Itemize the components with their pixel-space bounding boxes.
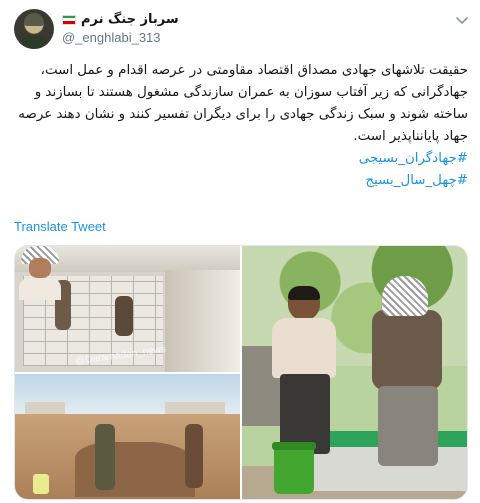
pillar — [165, 270, 240, 372]
elderly-man-figure — [15, 246, 65, 300]
hashtag-link[interactable]: #چهل_سال_بسیج — [10, 170, 468, 192]
digger-figure — [95, 424, 115, 490]
hair — [288, 286, 320, 300]
dirt-pit — [75, 442, 195, 497]
shirt — [19, 278, 61, 300]
keffiyeh — [382, 276, 428, 316]
tweet-body: حقیقت تلاشهای جهادی مصداق اقتصاد مقاومتی… — [18, 63, 468, 144]
photo-excavation[interactable] — [15, 374, 240, 499]
face — [29, 258, 51, 278]
photo-construction-wall[interactable]: @Daramadan_news — [15, 246, 240, 372]
avatar-helmet — [24, 13, 44, 26]
torso — [372, 310, 442, 390]
tweet-card: سرباز جنگ نرم @_enghlabi_313 حقیقت تلاشه… — [0, 0, 480, 503]
torso — [272, 318, 336, 378]
media-grid: @Daramadan_news — [14, 245, 468, 500]
paint-bucket — [272, 442, 316, 494]
author-display-name[interactable]: سرباز جنگ نرم — [81, 12, 179, 27]
hashtag-link[interactable]: #جهادگران_بسیجی — [10, 148, 468, 170]
author-handle[interactable]: @_enghlabi_313 — [62, 30, 161, 45]
painter-figure — [262, 286, 342, 456]
chevron-down-icon[interactable] — [454, 12, 470, 28]
legs — [378, 386, 438, 466]
worker-figure — [115, 296, 133, 336]
translate-tweet-link[interactable]: Translate Tweet — [14, 219, 106, 234]
avatar-body — [20, 35, 48, 49]
photo-painting-curb[interactable] — [242, 246, 467, 499]
iran-flag-icon — [62, 14, 76, 25]
author-name-row[interactable]: سرباز جنگ نرم — [62, 12, 179, 27]
painter-figure — [352, 276, 462, 466]
barrel — [33, 474, 49, 494]
avatar[interactable] — [14, 9, 54, 49]
digger-figure — [185, 424, 203, 488]
tweet-text: حقیقت تلاشهای جهادی مصداق اقتصاد مقاومتی… — [10, 60, 468, 192]
